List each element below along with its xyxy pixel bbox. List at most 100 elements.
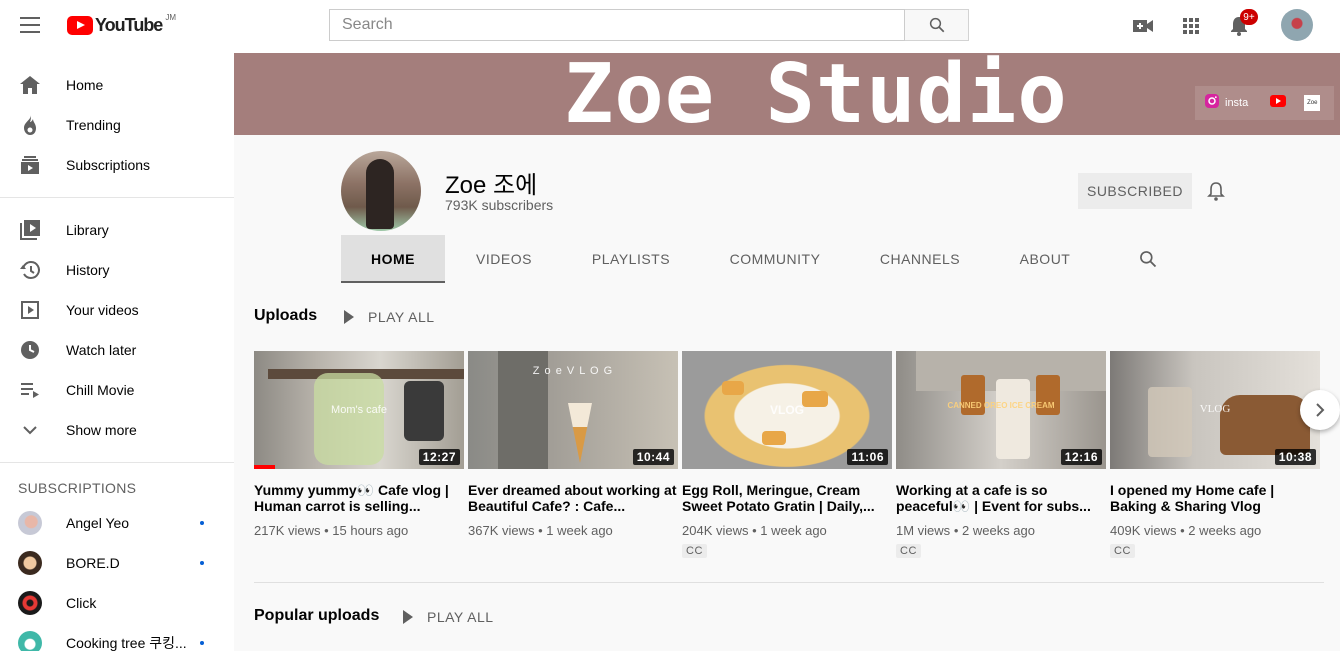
tab-home[interactable]: HOME <box>341 235 445 283</box>
logo-region: JM <box>165 12 176 22</box>
sidebar-item-library[interactable]: Library <box>0 210 234 250</box>
search-bar <box>329 9 969 41</box>
video-duration: 12:27 <box>418 449 460 465</box>
channel-avatar <box>18 631 42 651</box>
meta-separator: • <box>1180 523 1185 538</box>
tab-community[interactable]: COMMUNITY <box>714 235 836 283</box>
shelf-next-button[interactable] <box>1300 390 1340 430</box>
tab-channels[interactable]: CHANNELS <box>864 235 976 283</box>
channel-avatar <box>18 551 42 575</box>
subscriptions-section-title: SUBSCRIPTIONS <box>18 480 137 496</box>
video-title[interactable]: Yummy yummy👀 Cafe vlog | Human carrot is… <box>254 482 464 514</box>
account-avatar[interactable] <box>1281 9 1313 41</box>
sidebar-item-watch-later[interactable]: Watch later <box>0 330 234 370</box>
notification-count-badge: 9+ <box>1240 9 1258 25</box>
view-count: 1M views <box>896 523 951 538</box>
video-thumbnail[interactable]: Z o e V L O G 10:44 <box>468 351 678 469</box>
meta-separator: • <box>538 523 543 538</box>
video-card[interactable]: Z o e V L O G 10:44 Ever dreamed about w… <box>468 351 678 538</box>
sidebar-divider <box>0 197 234 198</box>
video-card[interactable]: VLOG 11:06 Egg Roll, Meringue, Cream Swe… <box>682 351 892 559</box>
sidebar-show-more[interactable]: Show more <box>0 410 234 450</box>
view-count: 217K views <box>254 523 321 538</box>
popular-uploads-title[interactable]: Popular uploads <box>254 607 379 625</box>
history-icon <box>19 259 41 281</box>
create-video-button[interactable] <box>1131 14 1155 38</box>
sidebar-item-label: Library <box>66 222 109 238</box>
sidebar-item-trending[interactable]: Trending <box>0 105 234 145</box>
video-thumbnail[interactable]: CANNED OREO ICE CREAM 12:16 <box>896 351 1106 469</box>
video-card[interactable]: VLOG 10:38 I opened my Home cafe | Bakin… <box>1110 351 1320 559</box>
sidebar-item-your-videos[interactable]: Your videos <box>0 290 234 330</box>
sidebar-item-chill-movie[interactable]: Chill Movie <box>0 370 234 410</box>
banner-link-insta[interactable]: insta <box>1225 97 1248 109</box>
zoe-logo-link[interactable]: Zoe <box>1304 95 1321 111</box>
search-input[interactable] <box>329 9 905 41</box>
closed-captions-badge: CC <box>896 544 921 558</box>
popular-play-all-button[interactable]: PLAY ALL <box>403 609 494 625</box>
masthead: YouTube JM 9+ <box>0 0 1340 53</box>
youtube-play-logo-icon <box>67 15 93 35</box>
thumbnail-overlay-text: VLOG <box>769 403 804 417</box>
video-duration: 10:38 <box>1274 449 1316 465</box>
subscription-item[interactable]: BORE.D <box>0 543 234 583</box>
uploads-play-all-button[interactable]: PLAY ALL <box>344 309 435 325</box>
thumbnail-overlay-text: VLOG <box>1199 403 1231 415</box>
playlist-icon <box>19 379 41 401</box>
sidebar-item-history[interactable]: History <box>0 250 234 290</box>
subscription-item[interactable]: Angel Yeo <box>0 503 234 543</box>
search-button[interactable] <box>905 9 969 41</box>
banner-title: Zoe Studio <box>564 53 1068 135</box>
menu-icon[interactable] <box>20 17 40 33</box>
apps-button[interactable] <box>1179 14 1203 38</box>
upload-age: 15 hours ago <box>332 523 409 538</box>
subscribed-button[interactable]: SUBSCRIBED <box>1078 173 1192 209</box>
youtube-link-icon[interactable] <box>1270 94 1287 112</box>
play-icon <box>344 310 354 324</box>
video-meta: 1M views • 2 weeks ago <box>896 523 1106 538</box>
upload-age: 2 weeks ago <box>1188 523 1262 538</box>
upload-age: 1 week ago <box>760 523 827 538</box>
view-count: 367K views <box>468 523 535 538</box>
subscription-item[interactable]: Cooking tree 쿠킹... <box>0 623 234 651</box>
chevron-down-icon <box>19 419 41 441</box>
channel-name: Zoe 조에 <box>445 172 538 199</box>
notification-bell-button[interactable] <box>1204 179 1228 203</box>
video-card[interactable]: CANNED OREO ICE CREAM 12:16 Working at a… <box>896 351 1106 559</box>
video-title[interactable]: Egg Roll, Meringue, Cream Sweet Potato G… <box>682 482 892 514</box>
play-all-label: PLAY ALL <box>427 609 494 625</box>
tab-videos[interactable]: VIDEOS <box>454 235 554 283</box>
sidebar-item-label: Show more <box>66 422 137 438</box>
video-title[interactable]: Working at a cafe is so peaceful👀 | Even… <box>896 482 1106 514</box>
video-title[interactable]: Ever dreamed about working at Beautiful … <box>468 482 678 514</box>
video-thumbnail[interactable]: VLOG 10:38 <box>1110 351 1320 469</box>
uploads-title[interactable]: Uploads <box>254 307 317 325</box>
sidebar-item-home[interactable]: Home <box>0 65 234 105</box>
instagram-icon[interactable] <box>1205 93 1219 113</box>
shelf-divider <box>254 582 1324 583</box>
video-title[interactable]: I opened my Home cafe | Baking & Sharing… <box>1110 482 1320 514</box>
youtube-logo[interactable]: YouTube JM <box>67 12 176 36</box>
sidebar-item-label: Watch later <box>66 342 137 358</box>
tab-playlists[interactable]: PLAYLISTS <box>574 235 688 283</box>
channel-search-button[interactable] <box>1128 235 1168 283</box>
upload-age: 1 week ago <box>546 523 613 538</box>
subscriber-count: 793K subscribers <box>445 197 554 213</box>
video-thumbnail[interactable]: VLOG 11:06 <box>682 351 892 469</box>
subscription-item[interactable]: Click <box>0 583 234 623</box>
view-count: 409K views <box>1110 523 1177 538</box>
video-meta: 409K views • 2 weeks ago <box>1110 523 1320 538</box>
channel-avatar-large <box>341 151 421 231</box>
tab-about[interactable]: ABOUT <box>1004 235 1086 283</box>
video-duration: 12:16 <box>1060 449 1102 465</box>
sidebar-item-subscriptions[interactable]: Subscriptions <box>0 145 234 185</box>
thumbnail-overlay-text: CANNED OREO ICE CREAM <box>947 401 1055 410</box>
sidebar-item-label: Home <box>66 77 104 93</box>
new-content-dot <box>200 641 204 645</box>
channel-avatar <box>18 591 42 615</box>
subscriptions-icon <box>19 154 41 176</box>
play-icon <box>403 610 413 624</box>
video-thumbnail[interactable]: Mom's cafe 12:27 <box>254 351 464 469</box>
video-card[interactable]: Mom's cafe 12:27 Yummy yummy👀 Cafe vlog … <box>254 351 464 538</box>
subscription-name: Cooking tree 쿠킹... <box>66 635 187 651</box>
